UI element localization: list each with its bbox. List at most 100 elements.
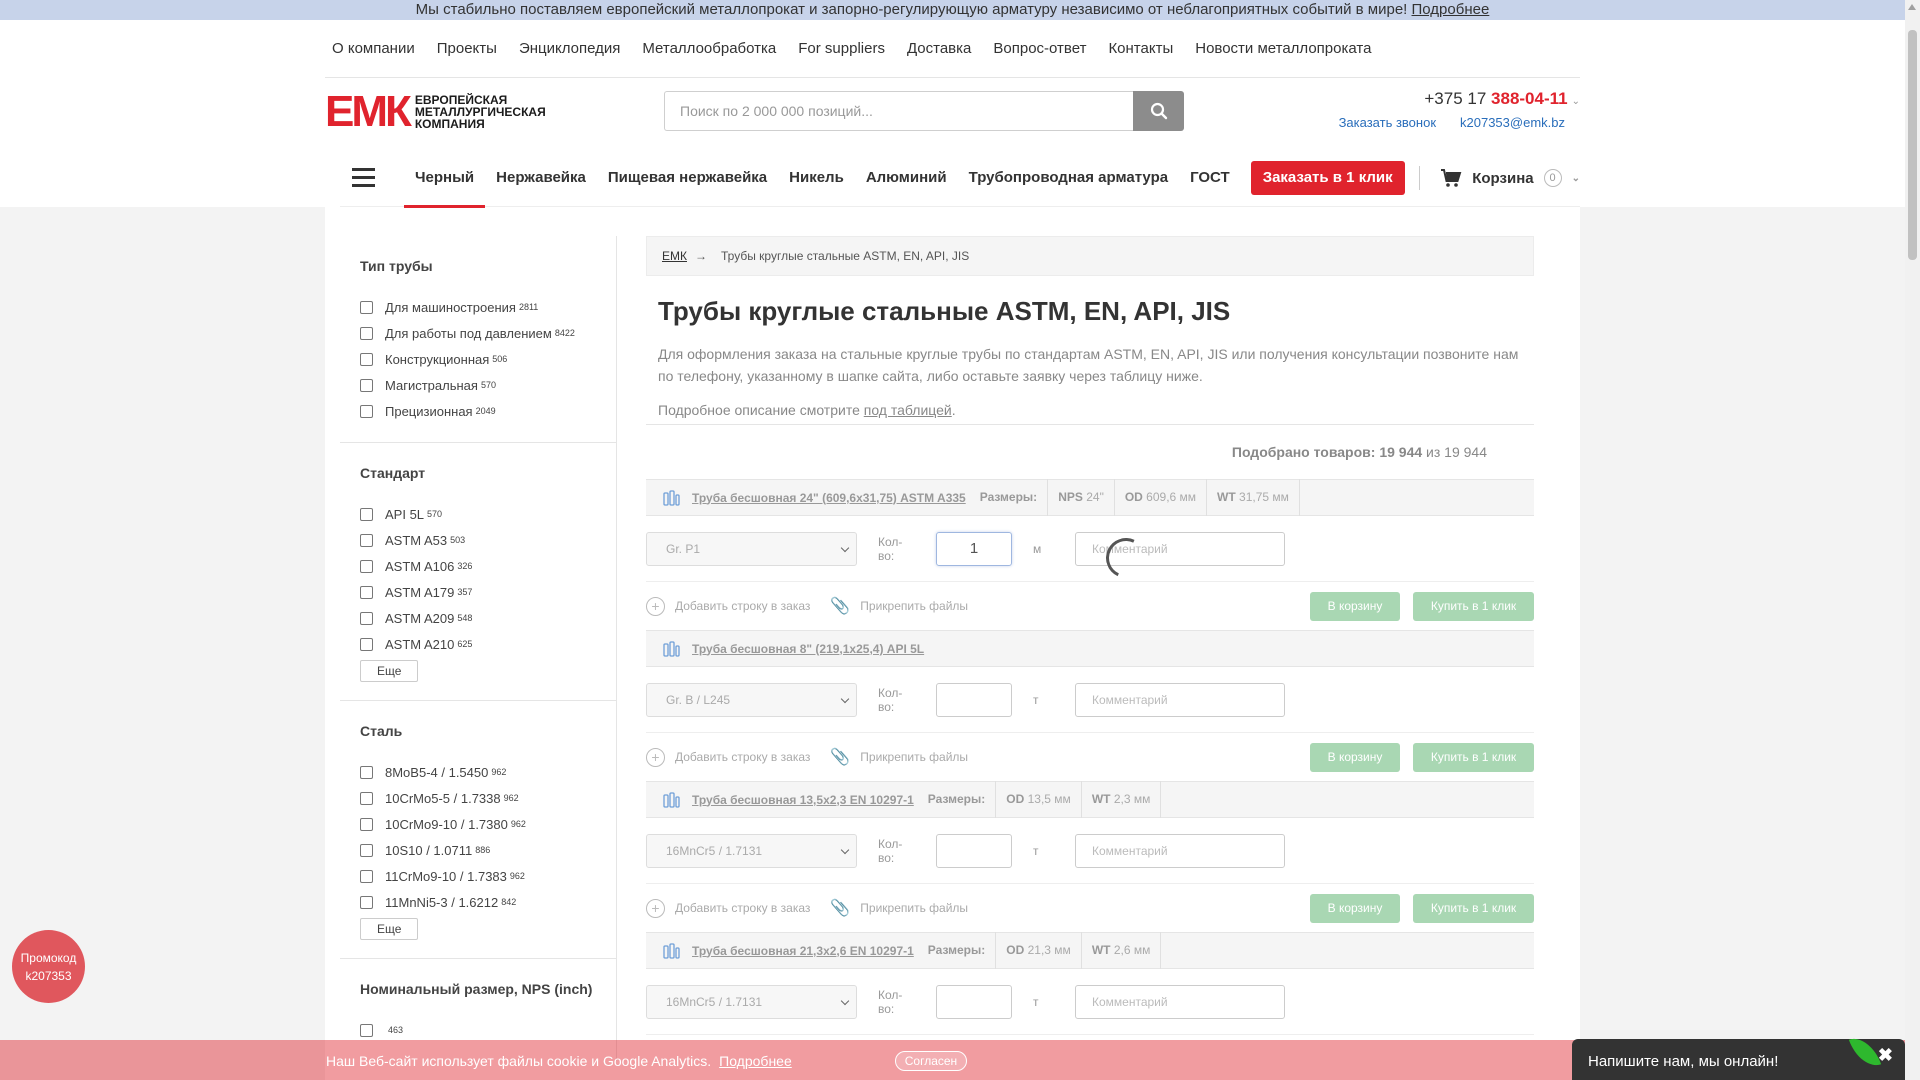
category-pipeline-valves[interactable]: Трубопроводная арматура	[958, 149, 1179, 207]
paperclip-icon[interactable]: 📎	[830, 898, 850, 918]
paperclip-icon[interactable]: 📎	[830, 596, 850, 616]
filter-option[interactable]: Для работы под давлением 8422	[360, 320, 596, 346]
product-title-link[interactable]: Труба бесшовная 13,5x2,3 EN 10297-1	[692, 793, 914, 807]
filter-option[interactable]: Конструкционная 506	[360, 346, 596, 372]
category-nickel[interactable]: Никель	[778, 149, 855, 207]
filter-option[interactable]: 8MoB5-4 / 1.5450 962	[360, 759, 596, 785]
chevron-down-icon[interactable]: ⌄	[1572, 173, 1580, 184]
checkbox[interactable]	[360, 300, 373, 314]
company-logo[interactable]: ЕМК Европейская металлургическая компани…	[325, 90, 570, 134]
filter-option[interactable]: 10S10 / 1.0711 886	[360, 837, 596, 863]
filter-option[interactable]: ASTM A179 357	[360, 579, 596, 605]
checkbox[interactable]	[360, 533, 373, 547]
scrollbar[interactable]	[1905, 0, 1920, 1080]
quantity-input[interactable]	[936, 984, 1012, 1019]
category-black[interactable]: Черный	[404, 149, 486, 208]
product-title-link[interactable]: Труба бесшовная 8" (219,1x25,4) API 5L	[692, 642, 924, 656]
attach-files-link[interactable]: Прикрепить файлы	[860, 901, 968, 915]
attach-files-link[interactable]: Прикрепить файлы	[860, 750, 968, 764]
filter-option[interactable]: Для машиностроения 2811	[360, 294, 596, 320]
chat-widget[interactable]: Напишите нам, мы онлайн! ✖	[1572, 1032, 1905, 1080]
cookie-agree-button[interactable]: Согласен	[894, 1051, 968, 1071]
checkbox[interactable]	[360, 791, 373, 805]
topnav-projects[interactable]: Проекты	[426, 40, 508, 57]
announcement-link[interactable]: Подробнее	[1412, 1, 1490, 18]
topnav-contacts[interactable]: Контакты	[1097, 40, 1184, 57]
filter-option[interactable]: 10CrMo9-10 / 1.7380 962	[360, 811, 596, 837]
one-click-order-button[interactable]: Заказать в 1 клик	[1250, 160, 1405, 195]
quantity-input[interactable]	[936, 682, 1012, 717]
plus-circle-icon[interactable]: +	[646, 747, 665, 767]
breadcrumb-home[interactable]: ЕМК	[662, 249, 687, 263]
comment-input[interactable]: Комментарий	[1075, 833, 1285, 868]
cart-widget[interactable]: Корзина 0 ⌄	[1419, 149, 1580, 207]
filter-option[interactable]: ASTM A106 326	[360, 553, 596, 579]
grade-select[interactable]: 16MnCr5 / 1.7131	[646, 833, 857, 868]
checkbox[interactable]	[360, 817, 373, 831]
scroll-up-arrow-icon[interactable]	[1908, 4, 1916, 10]
show-more-button[interactable]: Еще	[360, 918, 419, 940]
show-more-button[interactable]: Еще	[360, 660, 419, 682]
add-row-link[interactable]: Добавить строку в заказ	[675, 901, 810, 915]
filter-option[interactable]: 11CrMo9-10 / 1.7383 962	[360, 863, 596, 889]
filter-option[interactable]: Прецизионная 2049	[360, 398, 596, 424]
checkbox[interactable]	[360, 352, 373, 366]
filter-option[interactable]: ASTM A210 625	[360, 631, 596, 657]
grade-select[interactable]: Gr. B / L245	[646, 682, 857, 717]
checkbox[interactable]	[360, 559, 373, 573]
product-title-link[interactable]: Труба бесшовная 21,3x2,6 EN 10297-1	[692, 944, 914, 958]
phone-number[interactable]: +375 17 388-04-11 ⌄	[1320, 89, 1580, 109]
promo-code-badge[interactable]: Промокод k207353	[12, 930, 85, 1003]
topnav-suppliers[interactable]: For suppliers	[787, 40, 896, 57]
search-button[interactable]	[1133, 91, 1184, 131]
filter-option[interactable]: ASTM A53 503	[360, 527, 596, 553]
add-to-cart-button[interactable]: В корзину	[1310, 591, 1400, 621]
close-icon[interactable]: ✖	[1878, 1045, 1893, 1066]
checkbox[interactable]	[360, 404, 373, 418]
quantity-input[interactable]	[936, 833, 1012, 868]
search-input[interactable]	[664, 91, 1133, 131]
grade-select[interactable]: 16MnCr5 / 1.7131	[646, 984, 857, 1019]
callback-link[interactable]: Заказать звонок	[1339, 115, 1436, 130]
table-link[interactable]: под таблицей	[864, 402, 952, 418]
filter-option[interactable]: ASTM A209 548	[360, 605, 596, 631]
category-food-stainless[interactable]: Пищевая нержавейка	[597, 149, 778, 207]
add-row-link[interactable]: Добавить строку в заказ	[675, 750, 810, 764]
filter-option[interactable]: Магистральная 570	[360, 372, 596, 398]
email-link[interactable]: k207353@emk.bz	[1460, 115, 1565, 130]
checkbox[interactable]	[360, 585, 373, 599]
buy-one-click-button[interactable]: Купить в 1 клик	[1413, 591, 1534, 621]
grade-select[interactable]: Gr. P1	[646, 531, 857, 566]
filter-option[interactable]: API 5L 570	[360, 501, 596, 527]
filter-option[interactable]: 11MnNi5-3 / 1.6212 842	[360, 889, 596, 915]
checkbox[interactable]	[360, 843, 373, 857]
checkbox[interactable]	[360, 1023, 373, 1037]
menu-icon[interactable]	[352, 168, 382, 187]
checkbox[interactable]	[360, 378, 373, 392]
category-gost[interactable]: ГОСТ	[1179, 149, 1241, 207]
category-aluminium[interactable]: Алюминий	[855, 149, 958, 207]
checkbox[interactable]	[360, 326, 373, 340]
topnav-news[interactable]: Новости металлопроката	[1184, 40, 1382, 57]
checkbox[interactable]	[360, 869, 373, 883]
checkbox[interactable]	[360, 895, 373, 909]
product-title-link[interactable]: Труба бесшовная 24" (609,6x31,75) ASTM A…	[692, 491, 966, 505]
add-row-link[interactable]: Добавить строку в заказ	[675, 599, 810, 613]
add-to-cart-button[interactable]: В корзину	[1310, 893, 1400, 923]
paperclip-icon[interactable]: 📎	[830, 747, 850, 767]
attach-files-link[interactable]: Прикрепить файлы	[860, 599, 968, 613]
buy-one-click-button[interactable]: Купить в 1 клик	[1413, 893, 1534, 923]
plus-circle-icon[interactable]: +	[646, 596, 665, 616]
plus-circle-icon[interactable]: +	[646, 898, 665, 918]
comment-input[interactable]: Комментарий	[1075, 682, 1285, 717]
scrollbar-thumb[interactable]	[1908, 30, 1917, 260]
checkbox[interactable]	[360, 507, 373, 521]
topnav-encyclopedia[interactable]: Энциклопедия	[508, 40, 631, 57]
topnav-metalworking[interactable]: Металлообработка	[631, 40, 787, 57]
category-stainless[interactable]: Нержавейка	[485, 149, 597, 207]
topnav-faq[interactable]: Вопрос-ответ	[982, 40, 1097, 57]
topnav-delivery[interactable]: Доставка	[896, 40, 982, 57]
comment-input[interactable]: Комментарий	[1075, 984, 1285, 1019]
checkbox[interactable]	[360, 637, 373, 651]
cookie-more-link[interactable]: Подробнее	[719, 1053, 792, 1069]
